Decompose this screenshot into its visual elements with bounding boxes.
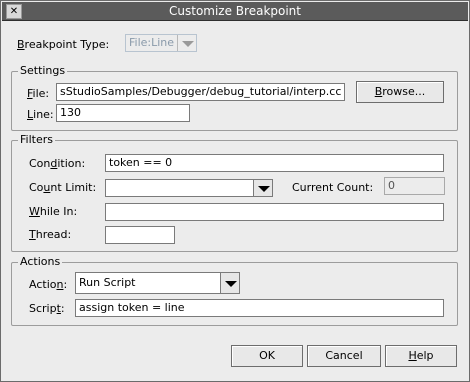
while-in-label: While In:: [29, 205, 78, 218]
cancel-button[interactable]: Cancel: [307, 345, 381, 367]
breakpoint-type-chevron-down-icon[interactable]: [177, 35, 196, 51]
help-button[interactable]: Help: [385, 345, 457, 367]
action-value: Run Script: [79, 276, 136, 289]
count-limit-label: Count Limit:: [29, 181, 97, 194]
window-title: Customize Breakpoint: [169, 4, 301, 18]
while-in-input[interactable]: [105, 203, 444, 221]
filters-group-title: Filters: [18, 133, 55, 146]
title-bar: ✕ Customize Breakpoint: [2, 2, 468, 21]
action-select[interactable]: Run Script: [75, 272, 240, 294]
breakpoint-type-select[interactable]: File:Line: [125, 34, 197, 52]
file-label: File:: [27, 87, 50, 100]
thread-input[interactable]: [105, 226, 175, 244]
current-count-field: 0: [384, 177, 445, 195]
count-limit-chevron-down-icon[interactable]: [253, 180, 272, 196]
file-input[interactable]: sStudioSamples/Debugger/debug_tutorial/i…: [56, 83, 345, 101]
customize-breakpoint-dialog: ✕ Customize Breakpoint Breakpoint Type: …: [0, 0, 470, 382]
browse-button[interactable]: Browse...: [356, 81, 444, 103]
ok-button[interactable]: OK: [231, 345, 303, 367]
actions-group-title: Actions: [18, 255, 63, 268]
condition-label: Condition:: [29, 157, 86, 170]
breakpoint-type-value: File:Line: [129, 36, 175, 49]
thread-label: Thread:: [29, 228, 72, 241]
condition-input[interactable]: token == 0: [105, 154, 444, 172]
action-label: Action:: [29, 278, 68, 291]
action-chevron-down-icon[interactable]: [220, 273, 239, 293]
settings-group-title: Settings: [18, 64, 68, 77]
script-label: Script:: [29, 302, 65, 315]
script-input[interactable]: assign token = line: [75, 299, 444, 317]
count-limit-combo[interactable]: [105, 179, 273, 197]
line-label: Line:: [27, 108, 54, 121]
breakpoint-type-label: Breakpoint Type:: [17, 38, 110, 51]
current-count-label: Current Count:: [292, 181, 374, 194]
line-input[interactable]: 130: [56, 104, 190, 122]
